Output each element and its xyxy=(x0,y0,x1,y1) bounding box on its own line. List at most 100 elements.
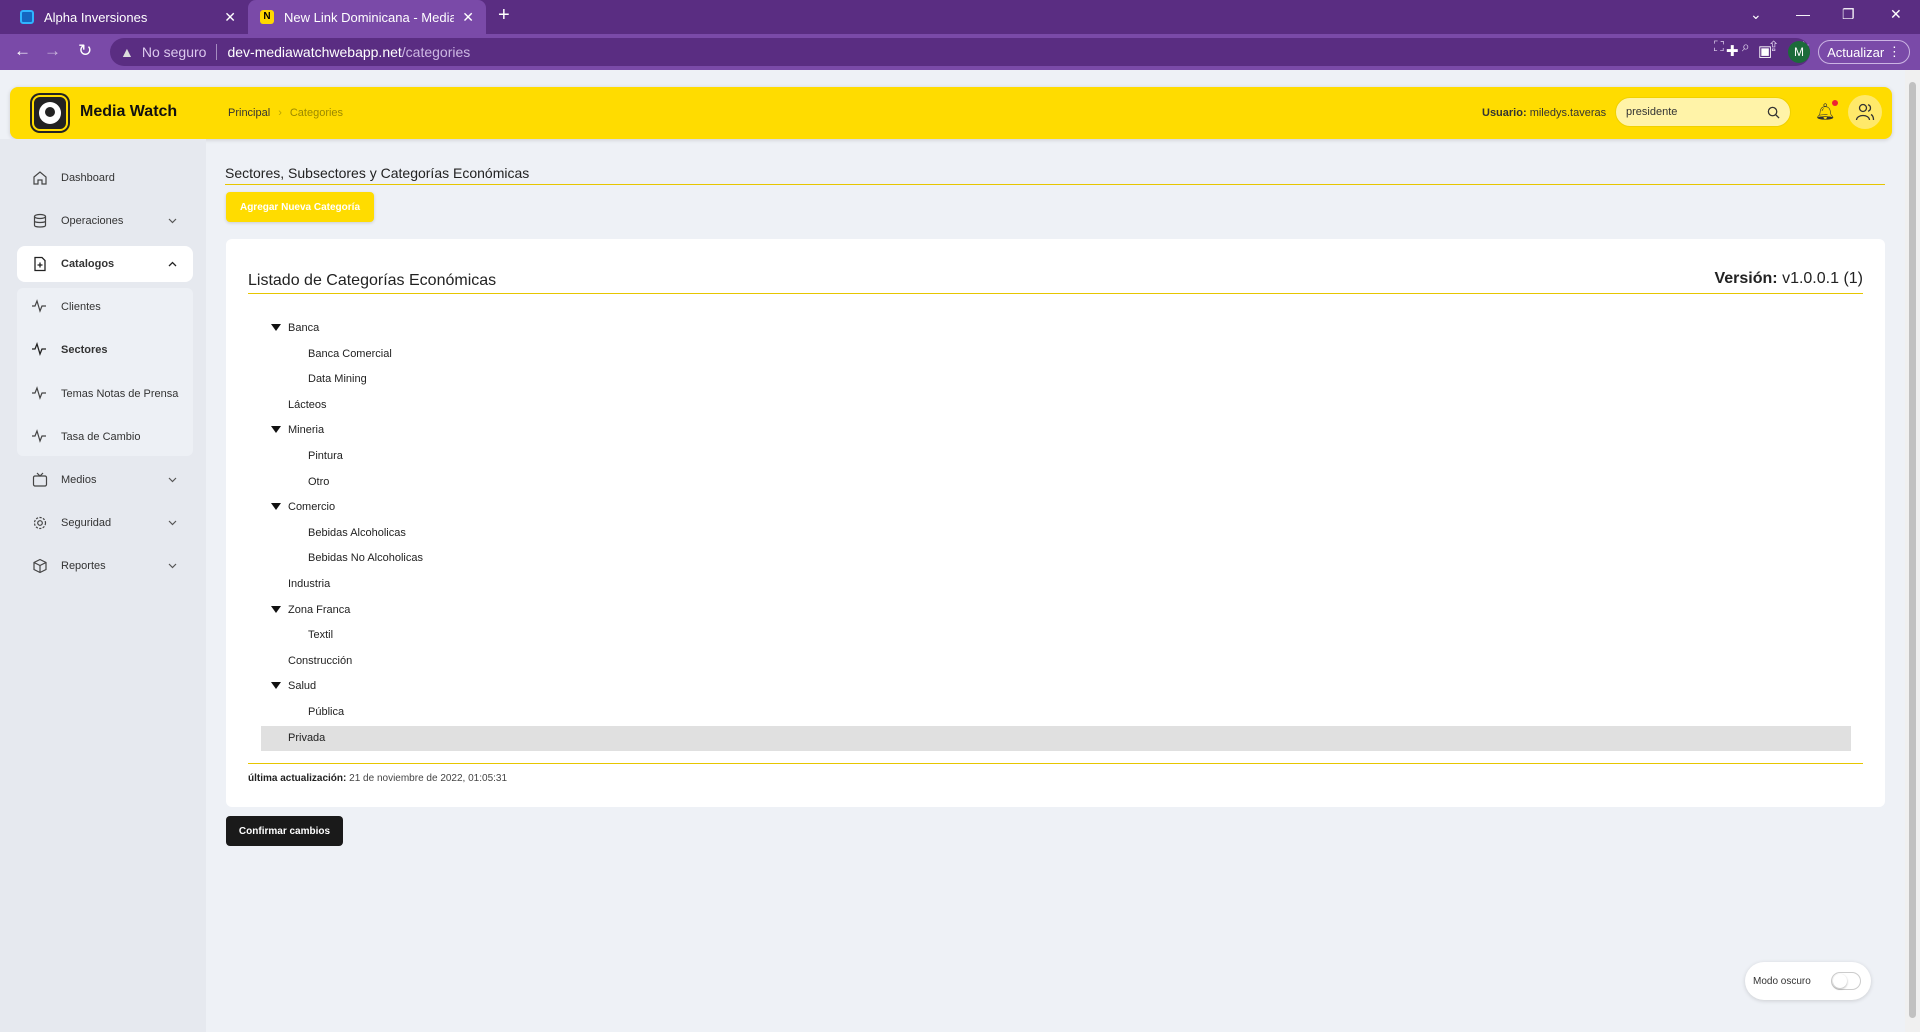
tree-node-label: Textil xyxy=(308,629,334,641)
users-icon[interactable] xyxy=(1848,95,1882,129)
tab-close-icon[interactable]: ✕ xyxy=(224,9,236,26)
toggle-switch[interactable] xyxy=(1831,972,1861,990)
reload-icon[interactable]: ↻ xyxy=(78,41,92,61)
sidebar-subitem-clientes[interactable]: Clientes xyxy=(17,291,193,323)
restore-icon[interactable]: ❐ xyxy=(1842,6,1855,23)
sidebar-subitem-tasa[interactable]: Tasa de Cambio xyxy=(17,421,193,453)
tree-category-node[interactable]: Comercio xyxy=(261,495,1851,520)
tree-category-node[interactable]: Industria xyxy=(261,572,1851,597)
tree-node-label: Banca xyxy=(288,322,320,334)
caret-down-icon[interactable] xyxy=(271,426,281,433)
translate-icon[interactable]: ⛶ xyxy=(1714,38,1724,55)
tree-category-node[interactable]: Zona Franca xyxy=(261,598,1851,623)
media-watch-logo[interactable] xyxy=(32,95,68,131)
divider xyxy=(248,293,1863,294)
search-icon[interactable] xyxy=(1767,106,1780,119)
tab-search-icon[interactable]: ⌄ xyxy=(1750,6,1762,23)
tree-node-label: Zona Franca xyxy=(288,604,351,616)
tree-subcategory-node[interactable]: Textil xyxy=(261,623,1851,648)
add-category-button[interactable]: Agregar Nueva Categoría xyxy=(226,192,374,222)
version-value: v1.0.0.1 (1) xyxy=(1782,270,1863,287)
tree-subcategory-node[interactable]: Bebidas Alcoholicas xyxy=(261,521,1851,546)
sidebar-subitem-sectores[interactable]: Sectores xyxy=(17,334,193,366)
divider xyxy=(248,763,1863,764)
new-tab-icon[interactable]: + xyxy=(498,4,510,27)
side-panel-icon[interactable]: ▣ xyxy=(1758,42,1772,60)
chevron-down-icon xyxy=(168,517,177,529)
tab-favicon-icon xyxy=(20,10,34,24)
caret-down-icon[interactable] xyxy=(271,503,281,510)
sidebar-item-medios[interactable]: Medios xyxy=(17,462,193,498)
notification-bell-icon[interactable]: 🔔︎ xyxy=(1815,100,1839,122)
caret-down-icon[interactable] xyxy=(271,682,281,689)
tab-close-icon[interactable]: ✕ xyxy=(462,9,474,26)
sidebar-item-catalogos[interactable]: Catalogos xyxy=(17,246,193,282)
tree-subcategory-node[interactable]: Banca Comercial xyxy=(261,342,1851,367)
notification-dot xyxy=(1832,100,1839,106)
tree-category-node[interactable]: Privada xyxy=(261,726,1851,751)
extensions-icon[interactable]: ✚ xyxy=(1726,42,1739,60)
home-icon xyxy=(31,169,49,187)
header-search-input[interactable]: presidente xyxy=(1615,97,1791,127)
sidebar-item-reportes[interactable]: Reportes xyxy=(17,548,193,584)
tree-subcategory-node[interactable]: Bebidas No Alcoholicas xyxy=(261,546,1851,571)
chevron-down-icon xyxy=(168,474,177,486)
sidebar-subitem-label: Temas Notas de Prensa xyxy=(61,388,179,400)
tree-node-label: Mineria xyxy=(288,424,325,436)
sidebar-item-label: Seguridad xyxy=(61,517,112,529)
tree-subcategory-node[interactable]: Pública xyxy=(261,700,1851,725)
tree-category-node[interactable]: Banca xyxy=(261,316,1851,341)
dark-mode-toggle[interactable]: Modo oscuro xyxy=(1745,962,1871,1000)
breadcrumb-home[interactable]: Principal xyxy=(228,107,270,119)
tree-node-label: Bebidas No Alcoholicas xyxy=(308,552,423,564)
minimize-icon[interactable]: — xyxy=(1796,6,1810,22)
sidebar-subitem-temas[interactable]: Temas Notas de Prensa xyxy=(17,378,193,410)
sidebar-item-label: Reportes xyxy=(61,560,106,572)
tree-node-label: Privada xyxy=(288,732,326,744)
sidebar-item-dashboard[interactable]: Dashboard xyxy=(17,160,193,196)
tree-node-label: Otro xyxy=(308,476,330,488)
tree-category-node[interactable]: Salud xyxy=(261,674,1851,699)
caret-down-icon[interactable] xyxy=(271,606,281,613)
box-icon xyxy=(31,557,49,575)
divider xyxy=(225,184,1885,185)
gear-icon xyxy=(31,514,49,532)
breadcrumb: Principal › Categories xyxy=(228,107,343,119)
tree-category-node[interactable]: Mineria xyxy=(261,418,1851,443)
sidebar-subitem-label: Tasa de Cambio xyxy=(61,431,141,443)
browser-tab-medianews[interactable]: N New Link Dominicana - Media W ✕ xyxy=(248,0,486,34)
scrollbar-thumb[interactable] xyxy=(1909,82,1916,1018)
database-icon xyxy=(31,212,49,230)
forward-icon[interactable]: → xyxy=(44,41,61,61)
version-info: Versión: v1.0.0.1 (1) xyxy=(1714,270,1863,288)
sidebar-item-operaciones[interactable]: Operaciones xyxy=(17,203,193,239)
tree-node-label: Comercio xyxy=(288,501,336,513)
last-updated-value: 21 de noviembre de 2022, 01:05:31 xyxy=(349,773,508,784)
tv-icon xyxy=(31,471,49,489)
confirm-changes-button[interactable]: Confirmar cambios xyxy=(226,816,343,846)
back-icon[interactable]: ← xyxy=(14,41,31,61)
tree-node-label: Industria xyxy=(288,578,331,590)
activity-icon xyxy=(31,298,49,316)
browser-profile-avatar[interactable]: M xyxy=(1788,41,1810,63)
address-bar[interactable]: ▲ No seguro dev-mediawatchwebapp.net/cat… xyxy=(110,38,1810,66)
tab-title: New Link Dominicana - Media W xyxy=(284,9,455,25)
tree-subcategory-node[interactable]: Pintura xyxy=(261,444,1851,469)
tab-title: Alpha Inversiones xyxy=(44,9,148,25)
sidebar-item-seguridad[interactable]: Seguridad xyxy=(17,505,193,541)
window-close-icon[interactable]: ✕ xyxy=(1890,6,1902,23)
browser-update-button[interactable]: Actualizar ⋮ xyxy=(1818,40,1910,64)
page-scrollbar[interactable] xyxy=(1905,70,1920,1032)
browser-tab-alpha[interactable]: Alpha Inversiones ✕ xyxy=(8,0,248,34)
tree-category-node[interactable]: Construcción xyxy=(261,649,1851,674)
caret-down-icon[interactable] xyxy=(271,324,281,331)
zoom-icon[interactable]: ⌕ xyxy=(1742,38,1750,55)
tree-subcategory-node[interactable]: Otro xyxy=(261,470,1851,495)
last-updated-label: última actualización: xyxy=(248,773,347,784)
sidebar-item-label: Operaciones xyxy=(61,215,124,227)
tree-subcategory-node[interactable]: Data Mining xyxy=(261,367,1851,392)
sidebar-subitem-label: Sectores xyxy=(61,344,108,356)
tree-category-node[interactable]: Lácteos xyxy=(261,393,1851,418)
page-title: Sectores, Subsectores y Categorías Econó… xyxy=(225,165,530,181)
card-title: Listado de Categorías Económicas xyxy=(248,272,497,289)
